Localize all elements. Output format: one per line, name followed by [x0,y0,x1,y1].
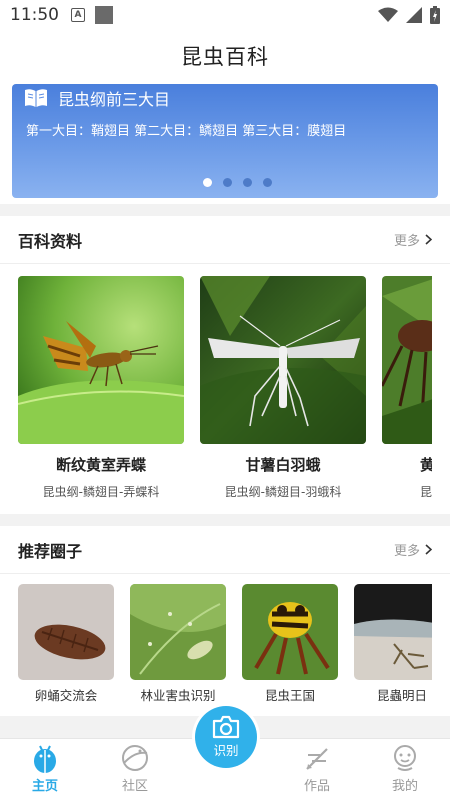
battery-icon [430,6,440,24]
nav-label: 主页 [31,779,58,794]
circle-image [130,584,226,680]
chevron-right-icon [425,544,432,555]
bug-icon [34,745,56,773]
bottom-nav: 主页 社区 识别 作品 我的 [0,706,450,800]
circles-list: 卵蛹交流会 林业害虫识别 昆虫王国 昆蟲明日 [18,584,432,704]
circle-item[interactable]: 卵蛹交流会 [18,584,114,704]
encyclopedia-card[interactable]: 断纹黄室弄蝶 昆虫纲-鳞翅目-弄蝶科 [18,276,184,498]
circle-label: 昆蟲明日 [376,688,427,703]
carousel-dot[interactable] [262,178,272,187]
nav-item-home[interactable]: 主页 [10,743,80,794]
circle-item[interactable]: 林业害虫识别 [130,584,226,704]
circle-label: 昆虫王国 [264,688,315,703]
banner-description: 第一大目：鞘翅目 第二大目：鳞翅目 第三大目：膜翅目 [26,124,347,139]
pen-icon [306,748,328,770]
banner-title-row: 昆虫纲前三大目 [24,86,170,110]
circle-image [18,584,114,680]
circle-item[interactable]: 昆虫王国 [242,584,338,704]
carousel-dot[interactable] [202,178,212,187]
identify-button[interactable]: 识别 [195,706,257,768]
identify-label: 识别 [213,743,239,758]
card-name: 黄 [420,456,432,474]
encyclopedia-section-header: 百科资料 更多 [0,216,450,264]
card-name: 断纹黄室弄蝶 [55,456,146,474]
nav-label: 作品 [303,779,330,794]
card-image [382,276,432,444]
banner-carousel[interactable]: 昆虫纲前三大目 第一大目：鞘翅目 第二大目：鳞翅目 第三大目：膜翅目 [12,84,438,198]
card-name: 甘薯白羽蛾 [245,456,321,474]
status-icons [378,6,440,24]
card-classification: 昆 [420,485,432,498]
more-link[interactable]: 更多 [394,540,432,559]
circle-label: 卵蛹交流会 [34,688,98,703]
status-time: 11:50 [10,5,59,25]
planet-icon [122,745,148,771]
app-header: 昆虫百科 [0,30,450,82]
app-notification-icon: A [71,8,85,22]
circle-label: 林业害虫识别 [140,688,216,703]
nav-item-works[interactable]: 作品 [282,743,352,794]
circles-section-header: 推荐圈子 更多 [0,526,450,574]
carousel-dot[interactable] [242,178,252,187]
nav-label: 我的 [391,779,418,794]
signal-icon [406,7,422,23]
notification-square-icon [95,6,113,24]
section-title: 百科资料 [18,231,83,251]
section-divider [0,514,450,526]
circle-item[interactable]: 昆蟲明日 [354,584,432,704]
wifi-icon [378,7,398,22]
more-link[interactable]: 更多 [394,230,432,249]
card-classification: 昆虫纲-鳞翅目-弄蝶科 [42,485,160,498]
nav-item-profile[interactable]: 我的 [370,743,440,794]
more-label: 更多 [393,234,420,249]
encyclopedia-cards: 断纹黄室弄蝶 昆虫纲-鳞翅目-弄蝶科 甘薯白羽蛾 昆虫纲-鳞翅目-羽蛾科 黄 昆 [18,276,432,498]
more-label: 更多 [393,544,420,559]
card-classification: 昆虫纲-鳞翅目-羽蛾科 [224,485,342,498]
circle-image [242,584,338,680]
card-image [200,276,366,444]
encyclopedia-card[interactable]: 黄 昆 [382,276,432,498]
book-icon [25,89,47,107]
nav-label: 社区 [121,779,148,794]
banner-title: 昆虫纲前三大目 [58,90,171,109]
section-title: 推荐圈子 [18,541,83,561]
page-title: 昆虫百科 [181,45,269,69]
encyclopedia-card[interactable]: 甘薯白羽蛾 昆虫纲-鳞翅目-羽蛾科 [200,276,366,498]
profile-icon [394,745,416,771]
camera-icon [212,715,240,739]
section-divider [0,204,450,216]
chevron-right-icon [425,234,432,245]
status-bar: 11:50 A [0,0,450,30]
nav-item-community[interactable]: 社区 [100,743,170,794]
carousel-dot[interactable] [222,178,232,187]
carousel-dots [24,178,438,187]
circle-image [354,584,432,680]
card-image [18,276,184,444]
